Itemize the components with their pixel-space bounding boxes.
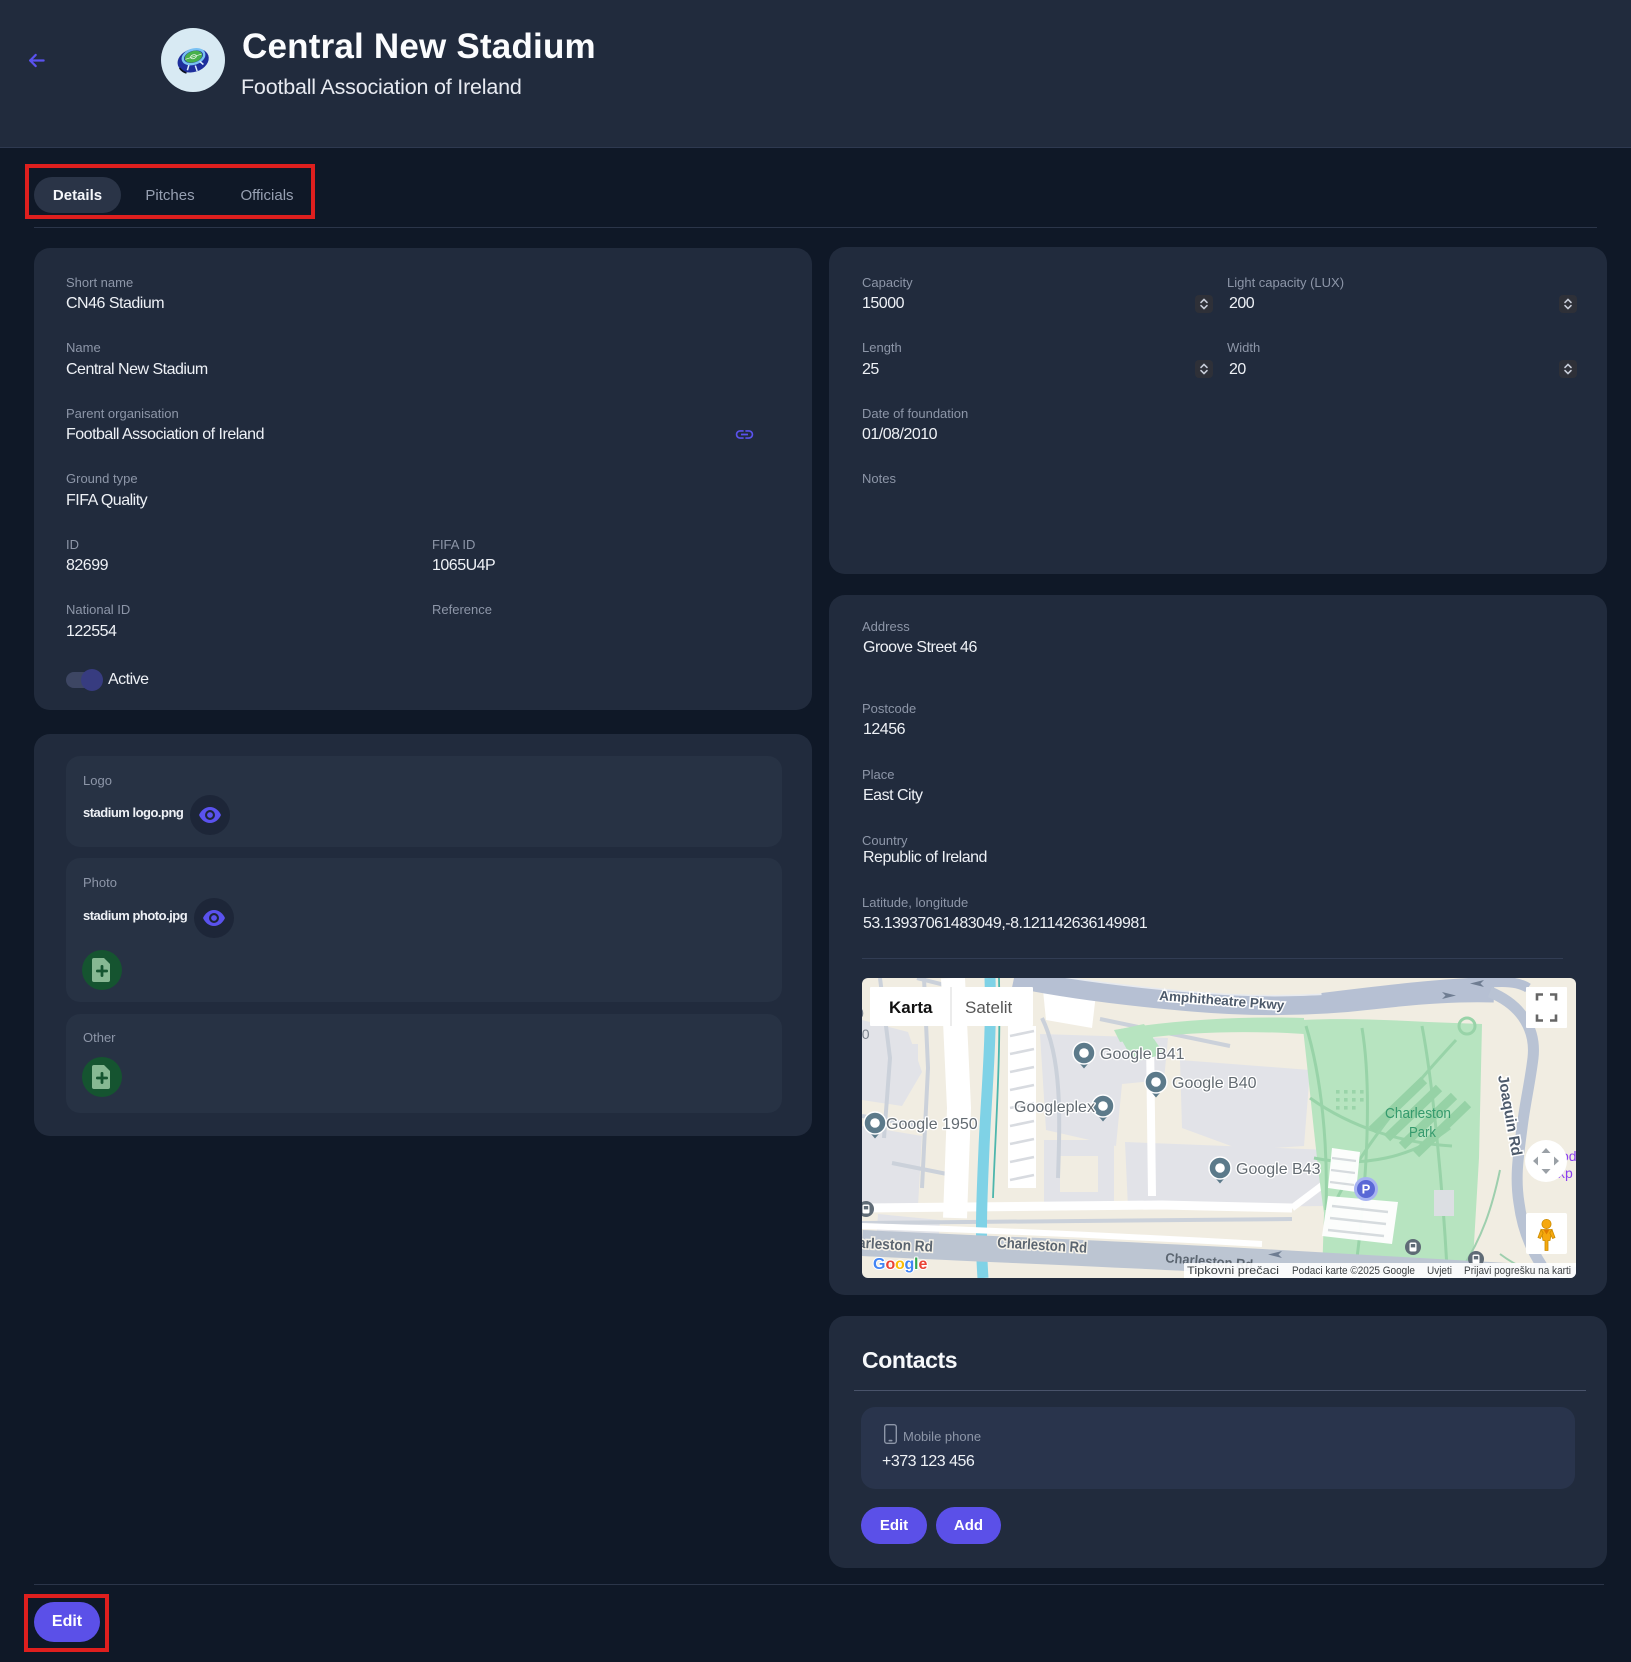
svg-text:arleston Rd: arleston Rd <box>862 1235 933 1256</box>
svg-text:g: g <box>905 1256 915 1273</box>
svg-text:o: o <box>895 1256 905 1273</box>
svg-text:e: e <box>919 1256 928 1273</box>
svg-text:G: G <box>873 1256 885 1273</box>
svg-text:Googleplex: Googleplex <box>1014 1099 1095 1116</box>
svg-text:Prijavi pogrešku na karti: Prijavi pogrešku na karti <box>1464 1265 1571 1277</box>
svg-text:Uvjeti: Uvjeti <box>1427 1265 1452 1277</box>
svg-text:Charleston: Charleston <box>1385 1105 1451 1122</box>
svg-text:P: P <box>1362 1182 1371 1197</box>
svg-text:Google 1950: Google 1950 <box>886 1116 978 1133</box>
svg-text:Google B40: Google B40 <box>1172 1075 1257 1092</box>
svg-text:Podaci karte ©2025 Google: Podaci karte ©2025 Google <box>1292 1265 1415 1277</box>
svg-text:0: 0 <box>862 1005 864 1021</box>
svg-text:Google B41: Google B41 <box>1100 1046 1185 1063</box>
svg-text:Tipkovni prečaci: Tipkovni prečaci <box>1187 1265 1279 1277</box>
svg-text:Park: Park <box>1409 1124 1436 1141</box>
svg-text:o: o <box>886 1256 896 1273</box>
svg-text:Google B43: Google B43 <box>1236 1161 1321 1178</box>
svg-text:Karta: Karta <box>889 998 933 1017</box>
svg-text:00: 00 <box>862 1026 870 1042</box>
svg-text:Satelit: Satelit <box>965 998 1013 1017</box>
